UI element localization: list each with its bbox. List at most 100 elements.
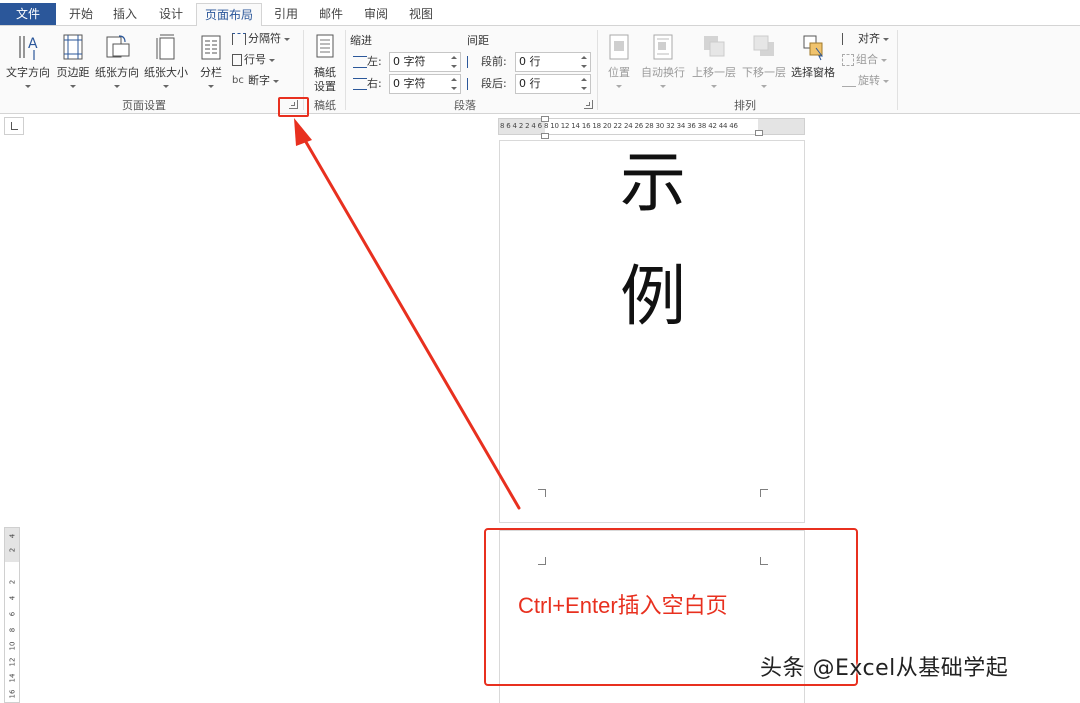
right-indent-marker-icon[interactable] [755, 130, 763, 136]
chevron-down-icon [881, 58, 887, 62]
vruler-num: 6 [8, 611, 17, 617]
chevron-down-icon [284, 37, 290, 41]
orientation-icon [106, 35, 130, 58]
chevron-down-icon [70, 85, 76, 88]
chevron-down-icon [711, 85, 717, 88]
align-icon [842, 33, 856, 45]
align-button[interactable]: 对齐 [842, 30, 889, 48]
breaks-button[interactable]: 分隔符 [232, 30, 290, 48]
tab-file[interactable]: 文件 [0, 3, 56, 25]
indent-left-row: 左: 0 字符 [353, 52, 465, 72]
margins-label: 页边距 [56, 66, 90, 79]
indent-left-input[interactable]: 0 字符 [389, 52, 461, 72]
send-backward-icon [753, 35, 774, 56]
group-objects-icon [842, 54, 854, 66]
group-objects-button[interactable]: 组合 [842, 51, 887, 69]
bring-forward-button[interactable]: 上移一层 [690, 30, 738, 94]
draft-paper-label-line2: 设置 [314, 80, 336, 93]
line-numbers-button[interactable]: 行号 [232, 51, 275, 69]
send-backward-button[interactable]: 下移一层 [740, 30, 788, 94]
position-button[interactable]: 位置 [602, 30, 636, 94]
selection-pane-button[interactable]: 选择窗格 [789, 30, 837, 94]
columns-button[interactable]: 分栏 [194, 30, 228, 94]
spinner-arrows-icon[interactable] [451, 55, 458, 69]
tab-review[interactable]: 审阅 [355, 3, 397, 26]
document-text-char[interactable]: 例 [500, 257, 806, 337]
spacing-before-label: 段前: [481, 55, 507, 68]
document-page-1[interactable]: 示 例 [499, 140, 805, 523]
orientation-label: 纸张方向 [95, 66, 139, 79]
tab-mailings[interactable]: 邮件 [310, 3, 352, 26]
document-text-char[interactable]: 示 [500, 143, 806, 223]
text-direction-icon: A [19, 36, 38, 60]
chevron-down-icon [883, 37, 889, 41]
group-separator [345, 30, 346, 110]
line-numbers-label: 行号 [244, 53, 266, 66]
wrap-text-icon [653, 34, 673, 60]
indent-right-input[interactable]: 0 字符 [389, 74, 461, 94]
vruler-num: 4 [8, 533, 17, 539]
annotation-caption: Ctrl+Enter插入空白页 [518, 593, 728, 618]
tab-page-layout[interactable]: 页面布局 [196, 3, 262, 27]
indent-right-icon [353, 78, 367, 90]
spinner-arrows-icon[interactable] [581, 77, 588, 91]
columns-label: 分栏 [200, 66, 222, 79]
draft-paper-label: 稿纸 设置 [308, 66, 342, 94]
chevron-down-icon [660, 85, 666, 88]
vruler-num: 10 [8, 641, 17, 651]
indent-left-value: 0 字符 [393, 55, 426, 68]
vruler-num: 2 [8, 547, 17, 553]
spinner-arrows-icon[interactable] [581, 55, 588, 69]
crop-mark-icon [538, 489, 546, 497]
chevron-down-icon [163, 85, 169, 88]
spacing-after-icon [467, 78, 481, 90]
vruler-num: 12 [8, 657, 17, 667]
spinner-arrows-icon[interactable] [451, 77, 458, 91]
hyphenation-button[interactable]: bc 断字 [232, 72, 279, 90]
watermark-text: 头条 @Excel从基础学起 [760, 656, 1009, 681]
margins-button[interactable]: 页边距 [54, 30, 92, 94]
spacing-before-input[interactable]: 0 行 [515, 52, 591, 72]
spacing-after-input[interactable]: 0 行 [515, 74, 591, 94]
group-objects-label: 组合 [856, 53, 878, 66]
indent-right-row: 右: 0 字符 [353, 74, 465, 94]
position-icon [609, 34, 629, 60]
group-separator [897, 30, 898, 110]
tab-view[interactable]: 视图 [400, 3, 442, 26]
tab-home[interactable]: 开始 [60, 3, 102, 26]
text-direction-button[interactable]: A 文字方向 [2, 30, 54, 94]
ribbon-tab-bar: 文件 开始 插入 设计 页面布局 引用 邮件 审阅 视图 [0, 0, 1080, 27]
chevron-down-icon [208, 85, 214, 88]
tab-stop-selector-icon[interactable] [4, 117, 24, 135]
rotate-button[interactable]: 旋转 [842, 72, 889, 90]
ribbon: A 文字方向 页边距 纸张方向 纸张大小 分栏 分隔符 行号 bc 断字 页面设… [0, 26, 1080, 114]
bring-forward-icon [704, 36, 725, 57]
tab-insert[interactable]: 插入 [104, 3, 146, 26]
spacing-before-value: 0 行 [519, 55, 541, 68]
vertical-ruler[interactable]: 4 2 2 4 6 8 10 12 14 16 [4, 527, 20, 703]
rotate-label: 旋转 [858, 74, 880, 87]
paper-size-button[interactable]: 纸张大小 [142, 30, 190, 94]
paragraph-dialog-launcher-icon[interactable] [584, 100, 593, 109]
selection-pane-icon [803, 35, 823, 61]
chevron-down-icon [273, 79, 279, 83]
wrap-text-button[interactable]: 自动换行 [638, 30, 688, 94]
chevron-down-icon [883, 79, 889, 83]
indent-right-value: 0 字符 [393, 77, 426, 90]
indent-left-label: 左: [367, 55, 382, 68]
draft-paper-setup-button[interactable]: 稿纸 设置 [308, 30, 342, 94]
left-indent-marker-icon[interactable] [541, 133, 549, 139]
svg-text:A: A [28, 36, 38, 52]
arrange-group-label: 排列 [734, 99, 756, 112]
line-numbers-icon [232, 54, 242, 66]
align-label: 对齐 [858, 32, 880, 45]
first-line-indent-marker-icon[interactable] [541, 116, 549, 122]
tab-references[interactable]: 引用 [265, 3, 307, 26]
breaks-icon [232, 33, 246, 45]
spacing-after-row: 段后: 0 行 [467, 74, 593, 94]
orientation-button[interactable]: 纸张方向 [93, 30, 141, 94]
tab-design[interactable]: 设计 [150, 3, 192, 26]
chevron-down-icon [761, 85, 767, 88]
draft-paper-icon [316, 34, 334, 58]
vruler-num: 4 [8, 595, 17, 601]
